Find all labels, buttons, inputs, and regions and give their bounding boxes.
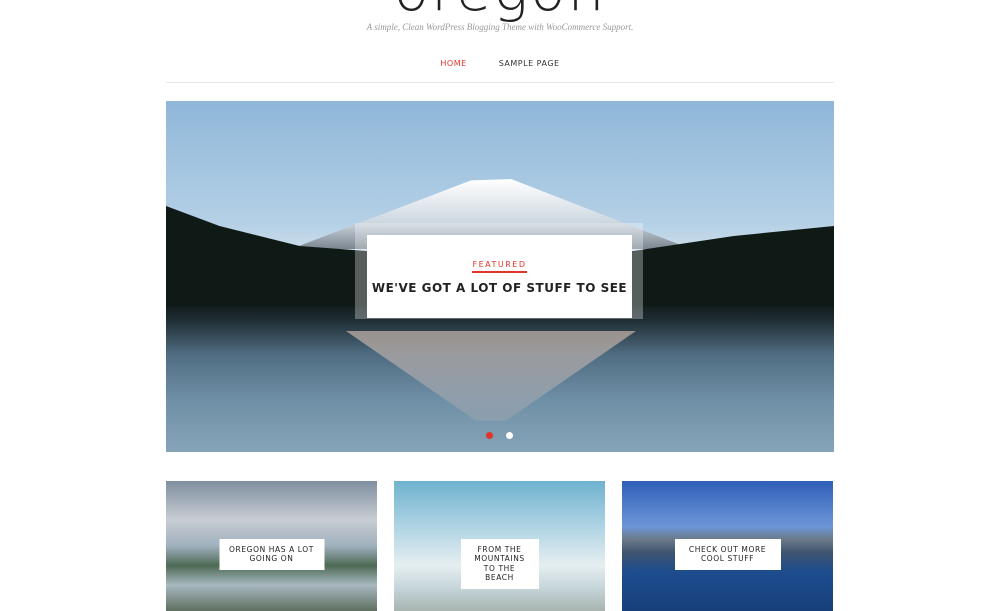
hero-image-reflection: [346, 331, 636, 421]
post-card[interactable]: OREGON HAS A LOT GOING ON: [166, 481, 377, 611]
slide-dot-2[interactable]: [506, 432, 513, 439]
post-title[interactable]: OREGON HAS A LOT GOING ON: [219, 539, 324, 570]
site-logo[interactable]: oregon: [0, 0, 1000, 24]
category-label[interactable]: FEATURED: [472, 260, 527, 273]
site-tagline: A simple, Clean WordPress Blogging Theme…: [366, 22, 634, 32]
slide-dot-1[interactable]: [486, 432, 493, 439]
post-title[interactable]: CHECK OUT MORE COOL STUFF: [674, 539, 781, 570]
post-card[interactable]: CHECK OUT MORE COOL STUFF: [622, 481, 833, 611]
slider-pagination: [486, 432, 513, 439]
main-nav: HOME SAMPLE PAGE: [0, 59, 1000, 68]
post-card[interactable]: FROM THE MOUNTAINS TO THE BEACH: [394, 481, 605, 611]
nav-sample-page[interactable]: SAMPLE PAGE: [499, 59, 560, 68]
divider: [166, 82, 834, 83]
featured-title[interactable]: WE'VE GOT A LOT OF STUFF TO SEE: [367, 281, 632, 295]
featured-slider[interactable]: FEATURED WE'VE GOT A LOT OF STUFF TO SEE: [166, 101, 834, 452]
featured-card[interactable]: FEATURED WE'VE GOT A LOT OF STUFF TO SEE: [367, 235, 632, 318]
nav-home[interactable]: HOME: [440, 59, 466, 68]
post-title[interactable]: FROM THE MOUNTAINS TO THE BEACH: [460, 539, 539, 589]
